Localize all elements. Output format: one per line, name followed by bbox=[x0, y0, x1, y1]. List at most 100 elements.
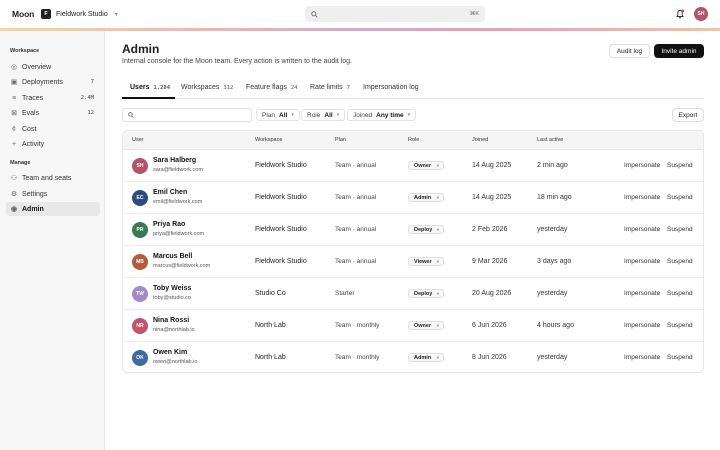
plan-cell: Team · annual bbox=[335, 194, 377, 201]
sidebar-item-label: Activity bbox=[22, 140, 45, 148]
audit-log-button[interactable]: Audit log bbox=[609, 44, 650, 58]
sidebar-item-evals[interactable]: ⊠ Evals 12 bbox=[6, 106, 100, 120]
role-select[interactable]: Deploy ▾ bbox=[408, 225, 444, 234]
user-email: marcus@fieldwork.com bbox=[153, 263, 211, 269]
impersonate-button[interactable]: Impersonate bbox=[624, 354, 660, 361]
chevron-down-icon: ▾ bbox=[436, 354, 439, 360]
page-subtitle: Internal console for the Moon team. Ever… bbox=[122, 58, 352, 65]
suspend-button[interactable]: Suspend bbox=[667, 194, 693, 201]
user-name[interactable]: Marcus Bell bbox=[153, 253, 192, 260]
joined-filter[interactable]: Joined Any time ▾ bbox=[347, 109, 417, 121]
suspend-button[interactable]: Suspend bbox=[667, 226, 693, 233]
user-name[interactable]: Sara Halberg bbox=[153, 157, 196, 164]
sidebar-item-cost[interactable]: ¢ Cost bbox=[6, 122, 100, 136]
suspend-button[interactable]: Suspend bbox=[667, 162, 693, 169]
role-select[interactable]: Viewer ▾ bbox=[408, 257, 444, 266]
sidebar-item-traces[interactable]: ≡ Traces 2.4M bbox=[6, 91, 100, 105]
sidebar-item-team[interactable]: ⚇ Team and seats bbox=[6, 171, 100, 185]
column-header-workspace[interactable]: Workspace bbox=[255, 137, 282, 143]
evals-icon: ⊠ bbox=[11, 110, 17, 117]
tab-rate-limits[interactable]: Rate limits 7 bbox=[310, 84, 350, 91]
tab-label: Workspaces bbox=[181, 84, 220, 91]
chevron-down-icon: ▾ bbox=[291, 112, 294, 118]
sidebar-item-deployments[interactable]: ▣ Deployments 7 bbox=[6, 75, 100, 89]
tab-workspaces[interactable]: Workspaces 312 bbox=[181, 84, 233, 91]
table-row[interactable]: SH Sara Halberg sara@fieldwork.com Fieldwor… bbox=[123, 150, 703, 182]
avatar: SH bbox=[132, 158, 148, 174]
workspace-cell: Fieldwork Studio bbox=[255, 194, 307, 201]
column-header-joined[interactable]: Joined bbox=[472, 137, 488, 143]
sidebar-item-label: Admin bbox=[22, 205, 44, 213]
table-row[interactable]: TW Toby Weiss toby@studio.co Studio Co Start… bbox=[123, 278, 703, 310]
chevron-down-icon: ▾ bbox=[114, 11, 118, 18]
plan-filter[interactable]: Plan All ▾ bbox=[256, 109, 300, 121]
table-row[interactable]: OK Owen Kim owen@northlab.io North Lab Team … bbox=[123, 342, 703, 372]
column-header-plan[interactable]: Plan bbox=[335, 137, 346, 143]
chevron-down-icon: ▾ bbox=[436, 322, 439, 328]
role-value: Deploy bbox=[414, 226, 433, 233]
export-button[interactable]: Export bbox=[672, 108, 704, 122]
user-avatar[interactable]: SH bbox=[694, 7, 708, 21]
role-select[interactable]: Deploy ▾ bbox=[408, 289, 444, 298]
workspace-cell: North Lab bbox=[255, 322, 286, 329]
sidebar-item-activity[interactable]: + Activity bbox=[6, 137, 100, 151]
sidebar-item-label: Traces bbox=[22, 94, 44, 102]
sidebar-item-settings[interactable]: ⚙ Settings bbox=[6, 187, 100, 201]
app-logo[interactable]: Moon bbox=[12, 9, 34, 19]
column-header-role[interactable]: Role bbox=[408, 137, 419, 143]
suspend-button[interactable]: Suspend bbox=[667, 322, 693, 329]
impersonate-button[interactable]: Impersonate bbox=[624, 322, 660, 329]
table-row[interactable]: MB Marcus Bell marcus@fieldwork.com Fieldwo… bbox=[123, 246, 703, 278]
column-header-user[interactable]: User bbox=[132, 137, 144, 143]
sidebar-section-manage: Manage bbox=[10, 160, 31, 166]
sidebar-item-label: Overview bbox=[22, 63, 52, 71]
role-select[interactable]: Admin ▾ bbox=[408, 193, 444, 202]
role-select[interactable]: Owner ▾ bbox=[408, 161, 444, 170]
activity-icon: + bbox=[11, 140, 17, 148]
global-search[interactable]: ⌘K bbox=[305, 6, 485, 22]
sidebar-item-label: Cost bbox=[22, 125, 37, 133]
user-name[interactable]: Nina Rossi bbox=[153, 317, 189, 324]
tab-label: Users bbox=[130, 84, 150, 91]
avatar: OK bbox=[132, 350, 148, 366]
top-bar: Moon F Fieldwork Studio ▾ ⌘K SH bbox=[0, 0, 720, 28]
last-active-cell: 3 days ago bbox=[537, 258, 572, 265]
user-search-input[interactable] bbox=[122, 108, 252, 122]
impersonate-button[interactable]: Impersonate bbox=[624, 226, 660, 233]
role-filter[interactable]: Role All ▾ bbox=[301, 109, 346, 121]
role-value: Deploy bbox=[414, 290, 433, 297]
user-name[interactable]: Emil Chen bbox=[153, 189, 187, 196]
joined-cell: 20 Aug 2026 bbox=[472, 290, 512, 297]
workspace-cell: Fieldwork Studio bbox=[255, 226, 307, 233]
suspend-button[interactable]: Suspend bbox=[667, 290, 693, 297]
impersonate-button[interactable]: Impersonate bbox=[624, 162, 660, 169]
traces-icon: ≡ bbox=[11, 94, 17, 102]
table-row[interactable]: PR Priya Rao priya@fieldwork.com Fieldwork … bbox=[123, 214, 703, 246]
impersonate-button[interactable]: Impersonate bbox=[624, 194, 660, 201]
tab-impersonation-log[interactable]: Impersonation log bbox=[363, 84, 419, 91]
sidebar: Workspace ◎ Overview ▣ Deployments 7 ≡ T… bbox=[0, 31, 105, 450]
user-name[interactable]: Owen Kim bbox=[153, 349, 187, 356]
org-switcher[interactable]: F Fieldwork Studio ▾ bbox=[41, 9, 118, 19]
bell-icon[interactable] bbox=[675, 9, 685, 19]
tab-users[interactable]: Users 1,284 bbox=[130, 84, 170, 91]
impersonate-button[interactable]: Impersonate bbox=[624, 290, 660, 297]
role-select[interactable]: Admin ▾ bbox=[408, 353, 444, 362]
role-select[interactable]: Owner ▾ bbox=[408, 321, 444, 330]
suspend-button[interactable]: Suspend bbox=[667, 258, 693, 265]
last-active-cell: 18 min ago bbox=[537, 194, 572, 201]
table-row[interactable]: NR Nina Rossi nina@northlab.io North Lab Tea… bbox=[123, 310, 703, 342]
invite-admin-button[interactable]: Invite admin bbox=[654, 44, 704, 58]
table-row[interactable]: EC Emil Chen emil@fieldwork.com Fieldwork S… bbox=[123, 182, 703, 214]
joined-cell: 14 Aug 2025 bbox=[472, 194, 512, 201]
suspend-button[interactable]: Suspend bbox=[667, 354, 693, 361]
user-name[interactable]: Priya Rao bbox=[153, 221, 185, 228]
sidebar-item-overview[interactable]: ◎ Overview bbox=[6, 60, 100, 74]
user-name[interactable]: Toby Weiss bbox=[153, 285, 191, 292]
column-header-last-active[interactable]: Last active bbox=[537, 137, 563, 143]
sidebar-item-admin[interactable]: ◉ Admin bbox=[6, 202, 100, 216]
tab-feature-flags[interactable]: Feature flags 24 bbox=[246, 84, 297, 91]
impersonate-button[interactable]: Impersonate bbox=[624, 258, 660, 265]
user-email: sara@fieldwork.com bbox=[153, 167, 203, 173]
workspace-cell: Fieldwork Studio bbox=[255, 162, 307, 169]
